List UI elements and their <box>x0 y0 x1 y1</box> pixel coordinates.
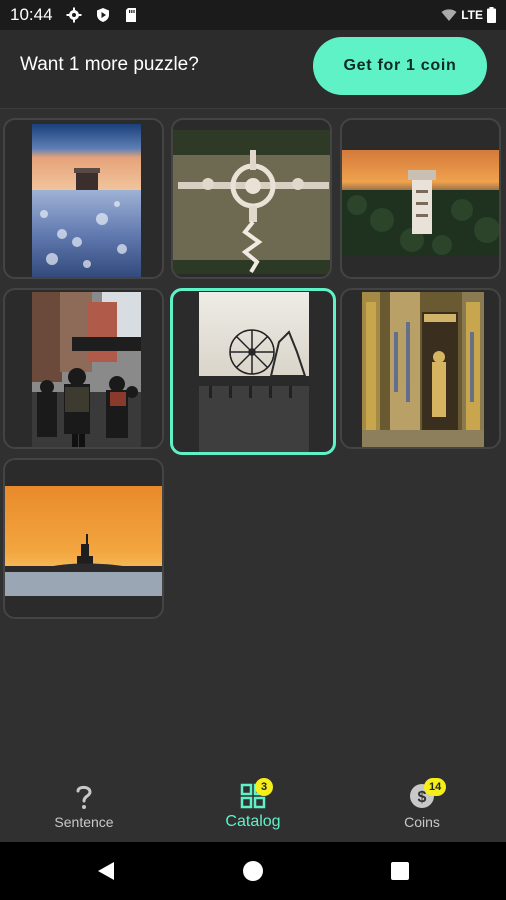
promo-text: Want 1 more puzzle? <box>20 54 199 75</box>
bottom-nav: Sentence 3 Catalog $ 14 Coins <box>0 770 506 842</box>
coins-badge: 14 <box>424 778 447 796</box>
promo-header: Want 1 more puzzle? Get for 1 coin <box>0 30 506 109</box>
nav-label-sentence: Sentence <box>54 814 114 830</box>
battery-icon <box>487 7 496 23</box>
catalog-badge: 3 <box>255 778 273 796</box>
puzzle-tile-palace-on-lake[interactable] <box>171 118 332 279</box>
system-nav-bar <box>0 842 506 900</box>
sd-card-icon <box>126 8 136 22</box>
home-icon[interactable] <box>241 859 265 883</box>
puzzle-image <box>342 150 499 256</box>
gear-icon <box>66 7 82 23</box>
status-time: 10:44 <box>10 5 53 24</box>
nav-item-catalog[interactable]: 3 Catalog <box>169 770 337 842</box>
puzzle-tile-golden-temple[interactable] <box>340 288 501 449</box>
puzzle-image <box>173 130 330 274</box>
back-icon[interactable] <box>94 859 118 883</box>
puzzle-tile-statue-of-liberty-sunset[interactable] <box>3 458 164 619</box>
puzzle-image <box>362 292 484 447</box>
status-bar: 10:44 LTE <box>0 0 506 30</box>
play-protect-icon <box>97 8 109 22</box>
recents-icon[interactable] <box>388 859 412 883</box>
nav-label-catalog: Catalog <box>225 813 281 830</box>
puzzle-tile-pier-ferris-wheel[interactable] <box>170 288 336 455</box>
network-type: LTE <box>461 8 483 22</box>
puzzle-tile-snowy-coastline[interactable] <box>3 118 164 279</box>
puzzle-tile-city-street-crowd[interactable] <box>3 288 164 449</box>
nav-label-coins: Coins <box>404 814 440 830</box>
puzzle-image <box>32 292 141 447</box>
wifi-icon <box>441 9 457 21</box>
get-puzzle-button[interactable]: Get for 1 coin <box>313 37 487 95</box>
puzzle-image <box>5 486 162 596</box>
puzzle-image <box>199 292 309 452</box>
nav-item-sentence[interactable]: Sentence <box>0 770 168 842</box>
puzzle-image <box>32 124 141 277</box>
nav-item-coins[interactable]: $ 14 Coins <box>338 770 506 842</box>
question-icon <box>76 785 92 809</box>
puzzle-tile-tower-in-forest[interactable] <box>340 118 501 279</box>
